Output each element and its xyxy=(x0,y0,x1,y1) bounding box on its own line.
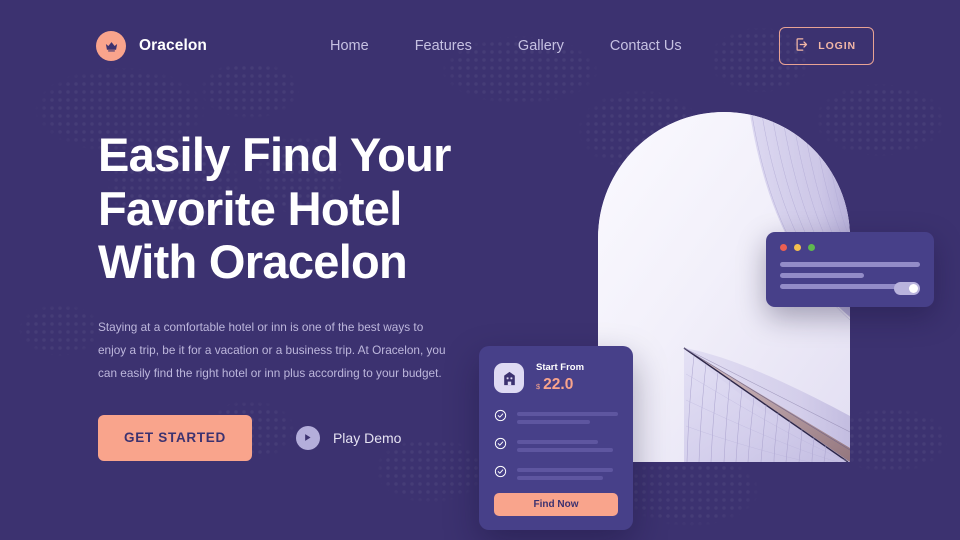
price-value-row: $ 22.0 xyxy=(536,376,584,394)
headline-line-1: Easily Find Your xyxy=(98,128,451,181)
find-now-button[interactable]: Find Now xyxy=(494,493,618,516)
hotel-icon xyxy=(494,363,524,393)
feature-list xyxy=(494,409,618,483)
play-demo-button[interactable]: Play Demo xyxy=(295,425,402,450)
price-card-header: Start From $ 22.0 xyxy=(494,362,618,394)
start-from-label: Start From xyxy=(536,362,585,373)
headline-line-2: Favorite Hotel xyxy=(98,181,402,235)
placeholder-bar xyxy=(517,412,618,416)
list-item xyxy=(494,409,618,427)
settings-toggle[interactable] xyxy=(894,282,920,295)
placeholder-line xyxy=(780,262,920,267)
check-circle-icon xyxy=(494,437,507,455)
play-icon xyxy=(295,425,320,450)
nav-item-features[interactable]: Features xyxy=(415,38,472,54)
list-item xyxy=(494,465,618,483)
traffic-light-dots xyxy=(780,244,920,251)
crown-icon xyxy=(96,31,126,61)
placeholder-bar xyxy=(517,476,603,480)
placeholder-bar xyxy=(517,468,613,472)
nav-links: Home Features Gallery Contact Us xyxy=(330,38,682,54)
placeholder-bars xyxy=(517,440,618,452)
login-label: LOGIN xyxy=(818,40,856,52)
play-demo-label: Play Demo xyxy=(332,429,402,446)
list-item xyxy=(494,437,618,455)
price-amount: 22.0 xyxy=(543,376,574,393)
placeholder-line xyxy=(780,284,899,289)
placeholder-bar xyxy=(517,420,590,424)
placeholder-bar xyxy=(517,440,598,444)
currency-symbol: $ xyxy=(536,382,541,391)
nav-item-gallery[interactable]: Gallery xyxy=(518,38,564,54)
nav-item-contact-us[interactable]: Contact Us xyxy=(610,38,682,54)
check-circle-icon xyxy=(494,409,507,427)
placeholder-line xyxy=(780,273,864,278)
browser-window-card xyxy=(766,232,934,307)
placeholder-bars xyxy=(517,412,618,424)
minimize-dot[interactable] xyxy=(794,244,801,251)
booking-price-card: Start From $ 22.0 Find Now xyxy=(479,346,633,530)
page-title: Easily Find Your Favorite Hotel With Ora… xyxy=(98,128,498,289)
brand-logo[interactable]: Oracelon xyxy=(96,31,207,61)
price-text-block: Start From $ 22.0 xyxy=(536,362,584,394)
placeholder-bar xyxy=(517,448,613,452)
close-dot[interactable] xyxy=(780,244,787,251)
login-button[interactable]: LOGIN xyxy=(779,27,874,65)
headline-line-3: With Oracelon xyxy=(98,235,408,289)
maximize-dot[interactable] xyxy=(808,244,815,251)
top-navigation-bar: Oracelon Home Features Gallery Contact U… xyxy=(0,0,960,92)
hero-description: Staying at a comfortable hotel or inn is… xyxy=(98,319,446,380)
brand-name: Oracelon xyxy=(139,37,207,54)
check-circle-icon xyxy=(494,465,507,483)
hero-section: Easily Find Your Favorite Hotel With Ora… xyxy=(98,128,498,461)
login-icon xyxy=(794,37,809,55)
nav-item-home[interactable]: Home xyxy=(330,38,369,54)
placeholder-bars xyxy=(517,468,618,480)
get-started-button[interactable]: GET STARTED xyxy=(98,414,252,461)
hero-cta-row: GET STARTED Play Demo xyxy=(98,414,498,461)
